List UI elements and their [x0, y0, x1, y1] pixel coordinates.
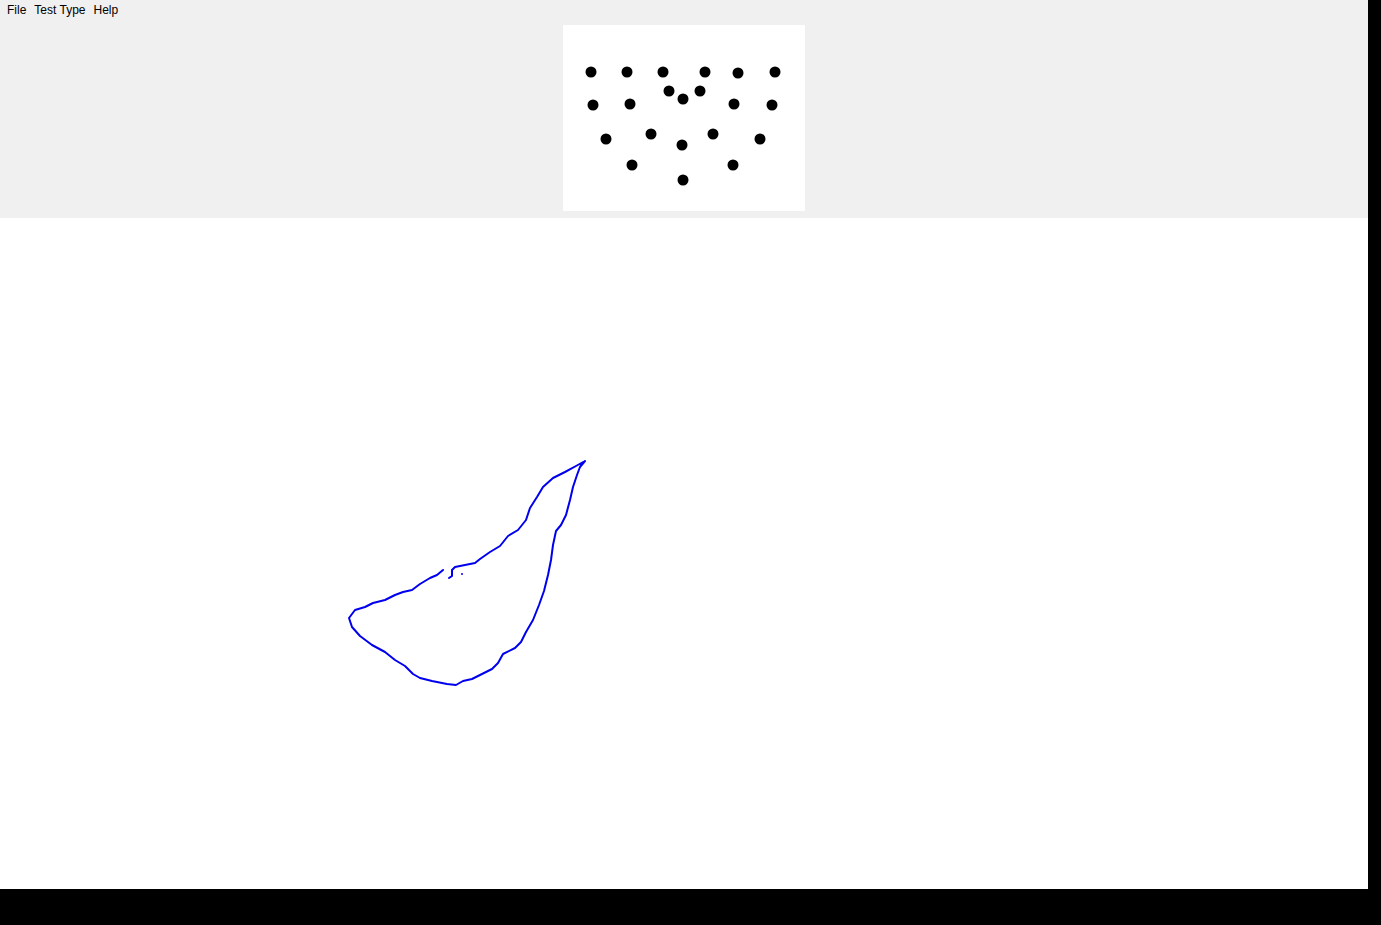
menu-item[interactable]: Help [89, 0, 122, 20]
stimulus-area [0, 20, 1368, 211]
stimulus-image [563, 25, 805, 211]
menu-item[interactable]: Test Type [30, 0, 89, 20]
menu-bar: FileTest TypeHelp [0, 0, 1368, 20]
app-window: FileTest TypeHelp [0, 0, 1381, 925]
app-body: FileTest TypeHelp [0, 0, 1368, 889]
drawing-canvas[interactable] [0, 218, 1368, 889]
top-panel: FileTest TypeHelp [0, 0, 1368, 218]
menu-item[interactable]: File [3, 0, 30, 20]
dot-pattern-icon [563, 25, 805, 211]
freehand-drawing-icon [0, 218, 1368, 889]
